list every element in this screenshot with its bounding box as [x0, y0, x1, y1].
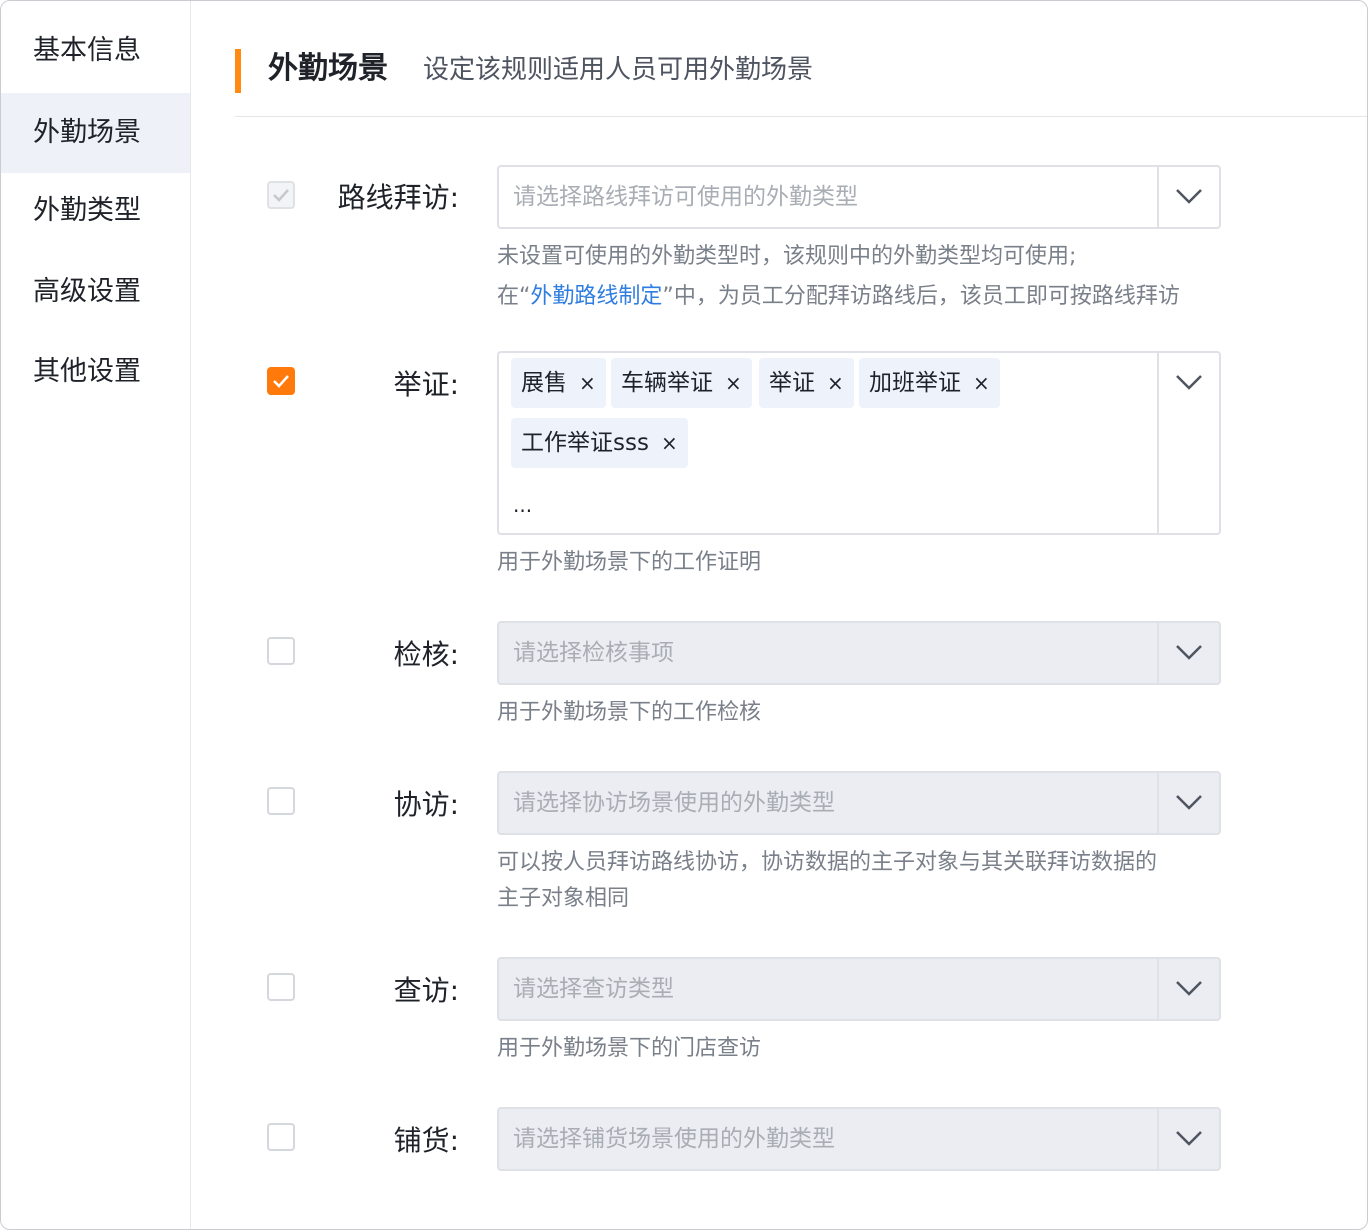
route-planning-link[interactable]: 外勤路线制定	[530, 284, 662, 309]
accent-bar	[235, 49, 241, 93]
stocking-dropdown[interactable]	[1157, 1109, 1219, 1169]
proof-help: 用于外勤场景下的工作证明	[497, 550, 762, 575]
assist-visit-dropdown[interactable]	[1157, 773, 1219, 833]
route-visit-help-prefix: 在“	[497, 284, 531, 309]
check-visit-help: 用于外勤场景下的门店查访	[497, 1036, 762, 1061]
tag-label: 展售	[521, 370, 567, 396]
chevron-down-icon	[1176, 981, 1202, 996]
tag-item: 举证 ×	[759, 358, 854, 408]
close-icon[interactable]: ×	[973, 358, 990, 408]
inspect-help: 用于外勤场景下的工作检核	[497, 700, 762, 725]
route-visit-placeholder: 请选择路线拜访可使用的外勤类型	[513, 184, 858, 210]
assist-visit-help-line1: 可以按人员拜访路线协访，协访数据的主子对象与其关联拜访数据的	[497, 850, 1158, 875]
route-visit-help-line1: 未设置可使用的外勤类型时，该规则中的外勤类型均可使用;	[497, 244, 1077, 269]
proof-multiselect[interactable]: 展售 × 车辆举证 × 举证 × 加班举证 × 工作举证sss × ...	[497, 351, 1221, 535]
tag-item: 展售 ×	[511, 358, 606, 408]
route-visit-help-line2: 在“外勤路线制定”中，为员工分配拜访路线后，该员工即可按路线拜访	[497, 277, 1180, 317]
sidebar-item-field-scenes[interactable]: 外勤场景	[1, 93, 190, 173]
proof-label: 举证:	[393, 368, 459, 401]
page-title: 外勤场景	[268, 51, 388, 86]
close-icon[interactable]: ×	[827, 358, 844, 408]
chevron-down-icon	[1176, 645, 1202, 660]
section-header: 外勤场景 设定该规则适用人员可用外勤场景	[235, 1, 1367, 117]
more-tags-indicator: ...	[513, 493, 533, 517]
tag-label: 工作举证sss	[521, 430, 649, 456]
assist-visit-select[interactable]: 请选择协访场景使用的外勤类型	[497, 771, 1221, 835]
inspect-label: 检核:	[393, 638, 459, 671]
page-subtitle: 设定该规则适用人员可用外勤场景	[423, 55, 814, 85]
stocking-label: 铺货:	[393, 1124, 459, 1157]
check-visit-select[interactable]: 请选择查访类型	[497, 957, 1221, 1021]
app-frame: 基本信息 外勤场景 外勤类型 高级设置 其他设置 外勤场景 设定该规则适用人员可…	[0, 0, 1368, 1230]
tag-label: 举证	[769, 370, 815, 396]
stocking-placeholder: 请选择铺货场景使用的外勤类型	[513, 1126, 835, 1152]
check-visit-placeholder: 请选择查访类型	[513, 976, 674, 1002]
stocking-select[interactable]: 请选择铺货场景使用的外勤类型	[497, 1107, 1221, 1171]
assist-visit-help-line2: 主子对象相同	[497, 886, 630, 911]
proof-dropdown[interactable]	[1157, 353, 1219, 533]
assist-visit-placeholder: 请选择协访场景使用的外勤类型	[513, 790, 835, 816]
route-visit-label: 路线拜访:	[337, 181, 459, 214]
inspect-select[interactable]: 请选择检核事项	[497, 621, 1221, 685]
close-icon[interactable]: ×	[661, 418, 678, 468]
close-icon[interactable]: ×	[579, 358, 596, 408]
route-visit-select[interactable]: 请选择路线拜访可使用的外勤类型	[497, 165, 1221, 229]
assist-visit-label: 协访:	[393, 788, 459, 821]
tag-label: 车辆举证	[621, 370, 713, 396]
inspect-dropdown[interactable]	[1157, 623, 1219, 683]
route-visit-help-suffix: ”中，为员工分配拜访路线后，该员工即可按路线拜访	[662, 284, 1180, 309]
tag-item: 工作举证sss ×	[511, 418, 688, 468]
tag-item: 车辆举证 ×	[611, 358, 752, 408]
close-icon[interactable]: ×	[725, 358, 742, 408]
chevron-down-icon	[1176, 375, 1202, 390]
chevron-down-icon	[1176, 189, 1202, 204]
tag-item: 加班举证 ×	[859, 358, 1000, 408]
sidebar-item-field-types[interactable]: 外勤类型	[1, 171, 190, 251]
check-visit-dropdown[interactable]	[1157, 959, 1219, 1019]
sidebar: 基本信息 外勤场景 外勤类型 高级设置 其他设置	[1, 1, 191, 1229]
tag-label: 加班举证	[869, 370, 961, 396]
inspect-placeholder: 请选择检核事项	[513, 640, 674, 666]
check-visit-label: 查访:	[393, 974, 459, 1007]
sidebar-item-advanced-settings[interactable]: 高级设置	[1, 252, 190, 332]
sidebar-item-other-settings[interactable]: 其他设置	[1, 332, 190, 412]
route-visit-dropdown[interactable]	[1157, 167, 1219, 227]
chevron-down-icon	[1176, 1131, 1202, 1146]
sidebar-item-basic-info[interactable]: 基本信息	[1, 11, 190, 91]
chevron-down-icon	[1176, 795, 1202, 810]
